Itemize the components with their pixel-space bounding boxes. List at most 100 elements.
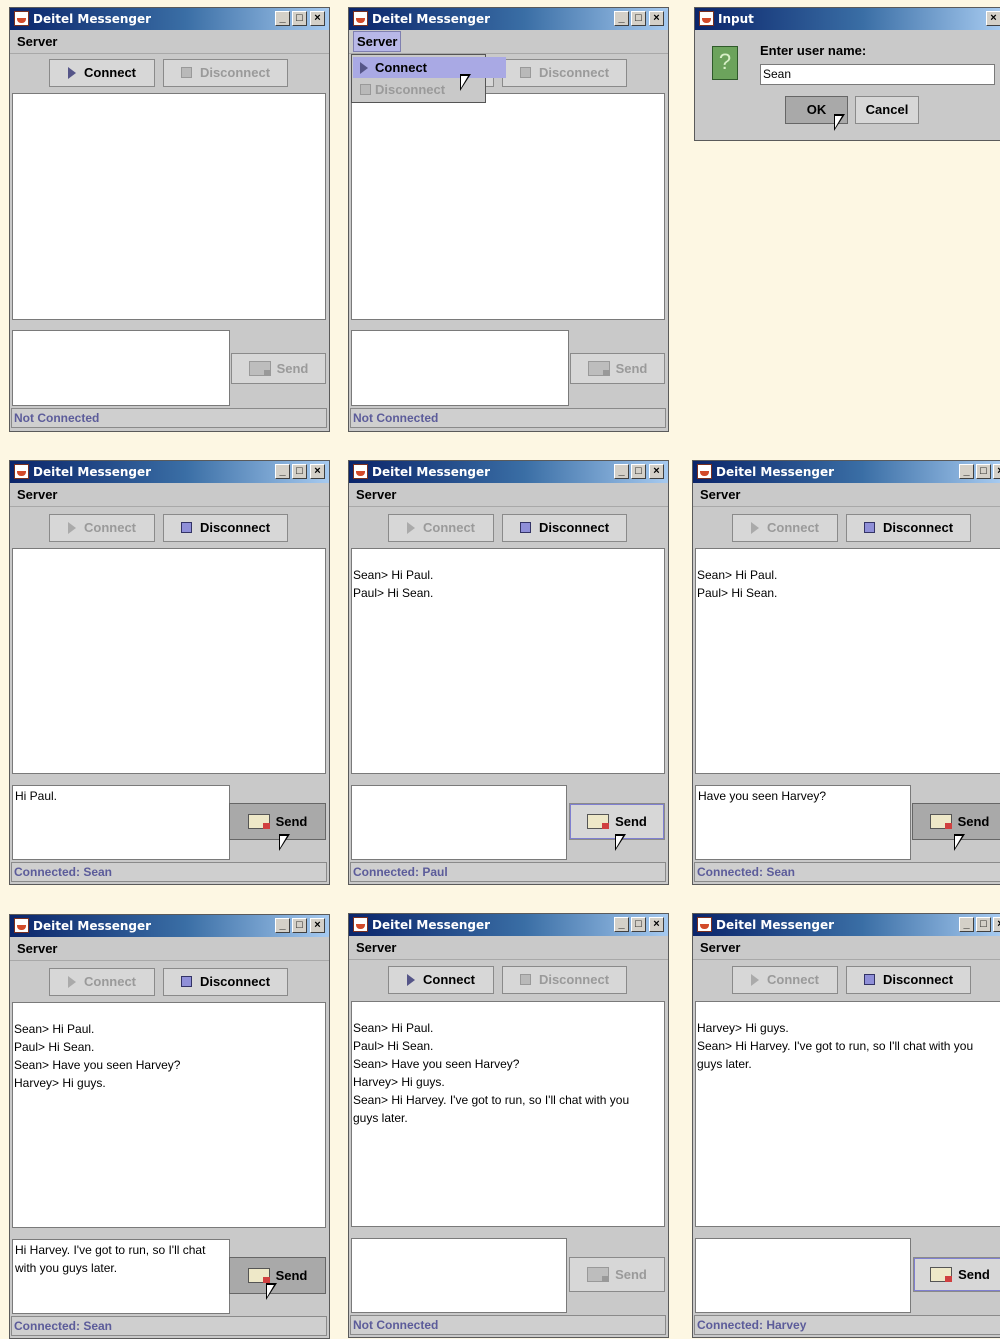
title-bar[interactable]: Deitel Messenger _ □ × [349,8,668,30]
window-title: Deitel Messenger [33,12,152,26]
minimize-icon[interactable]: _ [614,917,629,932]
menu-server[interactable]: Server [353,31,402,52]
status-bar: Connected: Sean [11,1316,327,1336]
minimize-icon[interactable]: _ [614,11,629,26]
close-icon[interactable]: × [649,464,664,479]
close-icon[interactable]: × [986,11,1000,26]
title-bar[interactable]: Deitel Messenger _ □ × [693,461,1000,483]
message-input[interactable]: Hi Paul. [12,785,230,860]
maximize-icon[interactable]: □ [292,11,307,26]
menu-item-connect[interactable]: Connect [353,57,506,78]
maximize-icon[interactable]: □ [292,464,307,479]
title-bar[interactable]: Deitel Messenger _ □ × [693,914,1000,936]
close-icon[interactable]: × [310,918,325,933]
send-button[interactable]: Send [569,1257,665,1292]
message-input[interactable] [12,330,230,406]
stop-icon [863,522,875,533]
menu-server[interactable]: Server [14,485,60,504]
play-icon [751,974,759,986]
menu-server[interactable]: Server [353,485,399,504]
disconnect-button[interactable]: Disconnect [502,59,627,87]
menu-server[interactable]: Server [697,485,743,504]
maximize-icon[interactable]: □ [631,11,646,26]
status-bar: Connected: Sean [694,862,1000,882]
chat-display [12,93,326,320]
disconnect-button[interactable]: Disconnect [502,966,627,994]
title-bar[interactable]: Deitel Messenger _ □ × [10,461,329,483]
connect-button[interactable]: Connect [388,514,494,542]
send-button[interactable]: Send [913,1257,1000,1292]
title-bar[interactable]: Deitel Messenger _ □ × [349,914,668,936]
question-icon: ? [712,46,738,80]
mouse-cursor-icon [615,834,626,851]
title-bar[interactable]: Deitel Messenger _ □ × [349,461,668,483]
menu-server[interactable]: Server [14,939,60,958]
play-icon [68,522,76,534]
minimize-icon[interactable]: _ [959,917,974,932]
message-input[interactable]: Have you seen Harvey? [695,785,911,860]
disconnect-button[interactable]: Disconnect [163,514,288,542]
dialog-title-bar[interactable]: Input × [695,8,1000,30]
minimize-icon[interactable]: _ [275,918,290,933]
java-app-icon [353,917,368,932]
title-bar[interactable]: Deitel Messenger _ □ × [10,915,329,937]
connect-button[interactable]: Connect [388,966,494,994]
close-icon[interactable]: × [310,464,325,479]
connect-button[interactable]: Connect [49,514,155,542]
java-app-icon [353,11,368,26]
message-input[interactable] [351,1238,567,1313]
send-button[interactable]: Send [229,803,326,840]
maximize-icon[interactable]: □ [976,917,991,932]
maximize-icon[interactable]: □ [292,918,307,933]
menu-server[interactable]: Server [353,938,399,957]
close-icon[interactable]: × [310,11,325,26]
message-input[interactable] [351,785,567,860]
stop-icon [519,67,531,78]
menu-server[interactable]: Server [14,32,60,51]
maximize-icon[interactable]: □ [631,917,646,932]
disconnect-button[interactable]: Disconnect [163,59,288,87]
minimize-icon[interactable]: _ [614,464,629,479]
java-app-icon [699,11,714,26]
close-icon[interactable]: × [993,464,1000,479]
connect-button[interactable]: Connect [49,968,155,996]
mouse-cursor-icon [834,114,845,131]
disconnect-button[interactable]: Disconnect [163,968,288,996]
message-input[interactable] [351,330,569,406]
connect-button[interactable]: Connect [732,514,838,542]
chat-display: Harvey> Hi guys. Sean> Hi Harvey. I've g… [695,1001,1000,1227]
cancel-button[interactable]: Cancel [855,96,919,124]
username-field[interactable]: Sean [760,64,995,85]
menu-server[interactable]: Server [697,938,743,957]
play-icon [407,522,415,534]
minimize-icon[interactable]: _ [275,464,290,479]
minimize-icon[interactable]: _ [959,464,974,479]
maximize-icon[interactable]: □ [976,464,991,479]
disconnect-button[interactable]: Disconnect [502,514,627,542]
send-button[interactable]: Send [570,353,665,384]
chat-display: Sean> Hi Paul. Paul> Hi Sean. [351,548,665,774]
message-input[interactable] [695,1238,911,1313]
message-input[interactable]: Hi Harvey. I've got to run, so I'll chat… [12,1239,230,1314]
minimize-icon[interactable]: _ [275,11,290,26]
stop-icon [180,522,192,533]
menu-item-disconnect[interactable]: Disconnect [353,79,506,100]
window-title: Deitel Messenger [716,918,835,932]
status-bar: Connected: Harvey [694,1315,1000,1335]
messenger-window-4: Deitel Messenger _ □ × Server Connect Di… [348,460,669,885]
prompt-label: Enter user name: [760,43,867,58]
menu-bar: Server [349,30,668,54]
send-icon [247,814,270,829]
close-icon[interactable]: × [993,917,1000,932]
close-icon[interactable]: × [649,11,664,26]
connect-button[interactable]: Connect [732,966,838,994]
title-bar[interactable]: Deitel Messenger _ □ × [10,8,329,30]
maximize-icon[interactable]: □ [631,464,646,479]
close-icon[interactable]: × [649,917,664,932]
disconnect-button[interactable]: Disconnect [846,966,971,994]
send-button[interactable]: Send [229,1257,326,1294]
disconnect-button[interactable]: Disconnect [846,514,971,542]
messenger-window-1: Deitel Messenger _ □ × Server Connect Di… [9,7,330,432]
connect-button[interactable]: Connect [49,59,155,87]
send-button[interactable]: Send [231,353,326,384]
